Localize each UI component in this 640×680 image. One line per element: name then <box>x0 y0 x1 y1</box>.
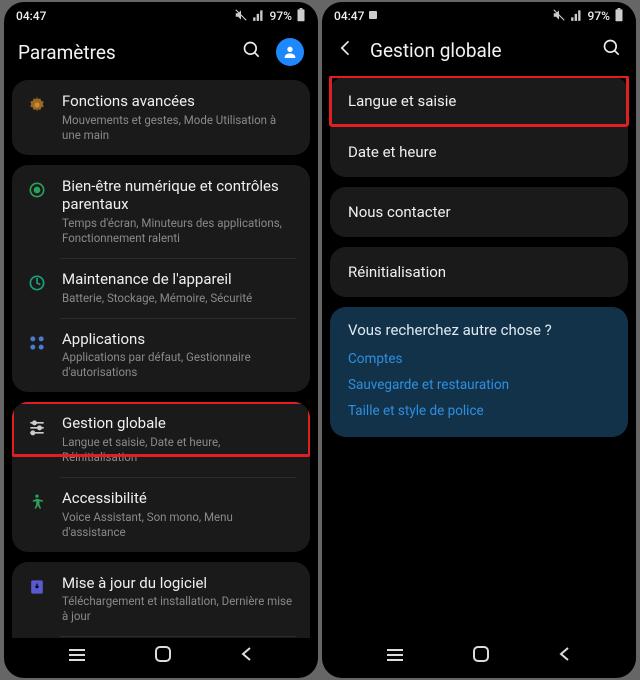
row-subtitle: Batterie, Stockage, Mémoire, Sécurité <box>62 291 296 306</box>
row-date-et-heure[interactable]: Date et heure <box>330 127 628 177</box>
nav-bar <box>322 638 636 678</box>
sliders-icon <box>26 416 48 438</box>
settings-group-3: Gestion globale Langue et saisie, Date e… <box>12 402 310 551</box>
header: Gestion globale <box>322 30 636 76</box>
status-time: 04:47 <box>334 9 379 23</box>
row-subtitle: Langue et saisie, Date et heure, Réiniti… <box>62 435 296 465</box>
row-maintenance[interactable]: Maintenance de l'appareil Batterie, Stoc… <box>12 258 310 318</box>
back-button[interactable] <box>336 38 356 62</box>
profile-avatar[interactable] <box>276 38 304 66</box>
mute-icon <box>234 8 248 25</box>
row-title: Mise à jour du logiciel <box>62 574 296 593</box>
row-title: Applications <box>62 330 296 349</box>
gear-plus-icon <box>26 94 48 116</box>
nav-back[interactable] <box>239 646 255 666</box>
status-right: 97% <box>552 8 624 25</box>
row-mode-emploi[interactable]: ? Mode d'emploi Mode d'emploi <box>12 636 310 638</box>
settings-group-2: Bien-être numérique et contrôles parenta… <box>12 165 310 393</box>
accessibility-icon <box>26 491 48 513</box>
row-title: Bien-être numérique et contrôles parenta… <box>62 177 296 215</box>
device-care-icon <box>26 272 48 294</box>
signal-icon <box>252 8 266 25</box>
row-subtitle: Mouvements et gestes, Mode Utilisation à… <box>62 113 296 143</box>
nav-bar <box>4 638 318 678</box>
nav-recents[interactable] <box>385 647 405 666</box>
row-label: Date et heure <box>348 143 437 161</box>
header: Paramètres <box>4 30 318 80</box>
row-subtitle: Voice Assistant, Son mono, Menu d'assist… <box>62 510 296 540</box>
phone-left: 04:47 97% Paramètres <box>4 2 318 678</box>
suggestions-box: Vous recherchez autre chose ? Comptes Sa… <box>330 307 628 437</box>
row-label: Nous contacter <box>348 203 451 221</box>
row-applications[interactable]: Applications Applications par défaut, Ge… <box>12 318 310 393</box>
battery-text: 97% <box>588 9 610 23</box>
page-title: Paramètres <box>18 41 228 64</box>
row-title: Accessibilité <box>62 489 296 508</box>
row-fonctions-avancees[interactable]: Fonctions avancées Mouvements et gestes,… <box>12 80 310 155</box>
nav-home[interactable] <box>472 645 490 667</box>
settings-group-4: Mise à jour du logiciel Téléchargement e… <box>12 562 310 638</box>
row-title: Maintenance de l'appareil <box>62 270 296 289</box>
apps-icon <box>26 332 48 354</box>
row-label: Langue et saisie <box>348 92 456 110</box>
row-accessibilite[interactable]: Accessibilité Voice Assistant, Son mono,… <box>12 477 310 552</box>
search-button[interactable] <box>242 40 262 64</box>
row-langue-et-saisie[interactable]: Langue et saisie <box>330 76 628 126</box>
suggest-link-sauvegarde[interactable]: Sauvegarde et restauration <box>348 377 610 393</box>
mute-icon <box>552 8 566 25</box>
row-subtitle: Applications par défaut, Gestionnaire d'… <box>62 350 296 380</box>
status-time: 04:47 <box>16 9 46 23</box>
row-mise-a-jour[interactable]: Mise à jour du logiciel Téléchargement e… <box>12 562 310 637</box>
settings-group-1: Fonctions avancées Mouvements et gestes,… <box>12 80 310 155</box>
battery-icon <box>614 8 624 25</box>
update-icon <box>26 576 48 598</box>
suggestions-title: Vous recherchez autre chose ? <box>348 321 610 339</box>
row-reinitialisation[interactable]: Réinitialisation <box>330 247 628 297</box>
battery-text: 97% <box>270 9 292 23</box>
status-bar: 04:47 97% <box>4 2 318 30</box>
row-bien-etre[interactable]: Bien-être numérique et contrôles parenta… <box>12 165 310 258</box>
status-bar: 04:47 97% <box>322 2 636 30</box>
row-label: Réinitialisation <box>348 263 446 281</box>
signal-icon <box>570 8 584 25</box>
nav-recents[interactable] <box>67 647 87 666</box>
row-gestion-globale[interactable]: Gestion globale Langue et saisie, Date e… <box>12 402 310 477</box>
row-nous-contacter[interactable]: Nous contacter <box>330 187 628 237</box>
page-title: Gestion globale <box>370 39 588 62</box>
suggest-link-comptes[interactable]: Comptes <box>348 351 610 367</box>
row-subtitle: Téléchargement et installation, Dernière… <box>62 594 296 624</box>
suggest-link-police[interactable]: Taille et style de police <box>348 403 610 419</box>
nav-back[interactable] <box>557 646 573 666</box>
gestion-body: Langue et saisie Date et heure Nous cont… <box>322 76 636 638</box>
phone-right: 04:47 97% Gestion globale Langue et sais… <box>322 2 636 678</box>
nav-home[interactable] <box>154 645 172 667</box>
search-button[interactable] <box>602 38 622 62</box>
settings-body: Fonctions avancées Mouvements et gestes,… <box>4 80 318 638</box>
status-right: 97% <box>234 8 306 25</box>
row-title: Gestion globale <box>62 414 296 433</box>
row-title: Fonctions avancées <box>62 92 296 111</box>
wellbeing-icon <box>26 179 48 201</box>
battery-icon <box>296 8 306 25</box>
row-subtitle: Temps d'écran, Minuteurs des application… <box>62 216 296 246</box>
